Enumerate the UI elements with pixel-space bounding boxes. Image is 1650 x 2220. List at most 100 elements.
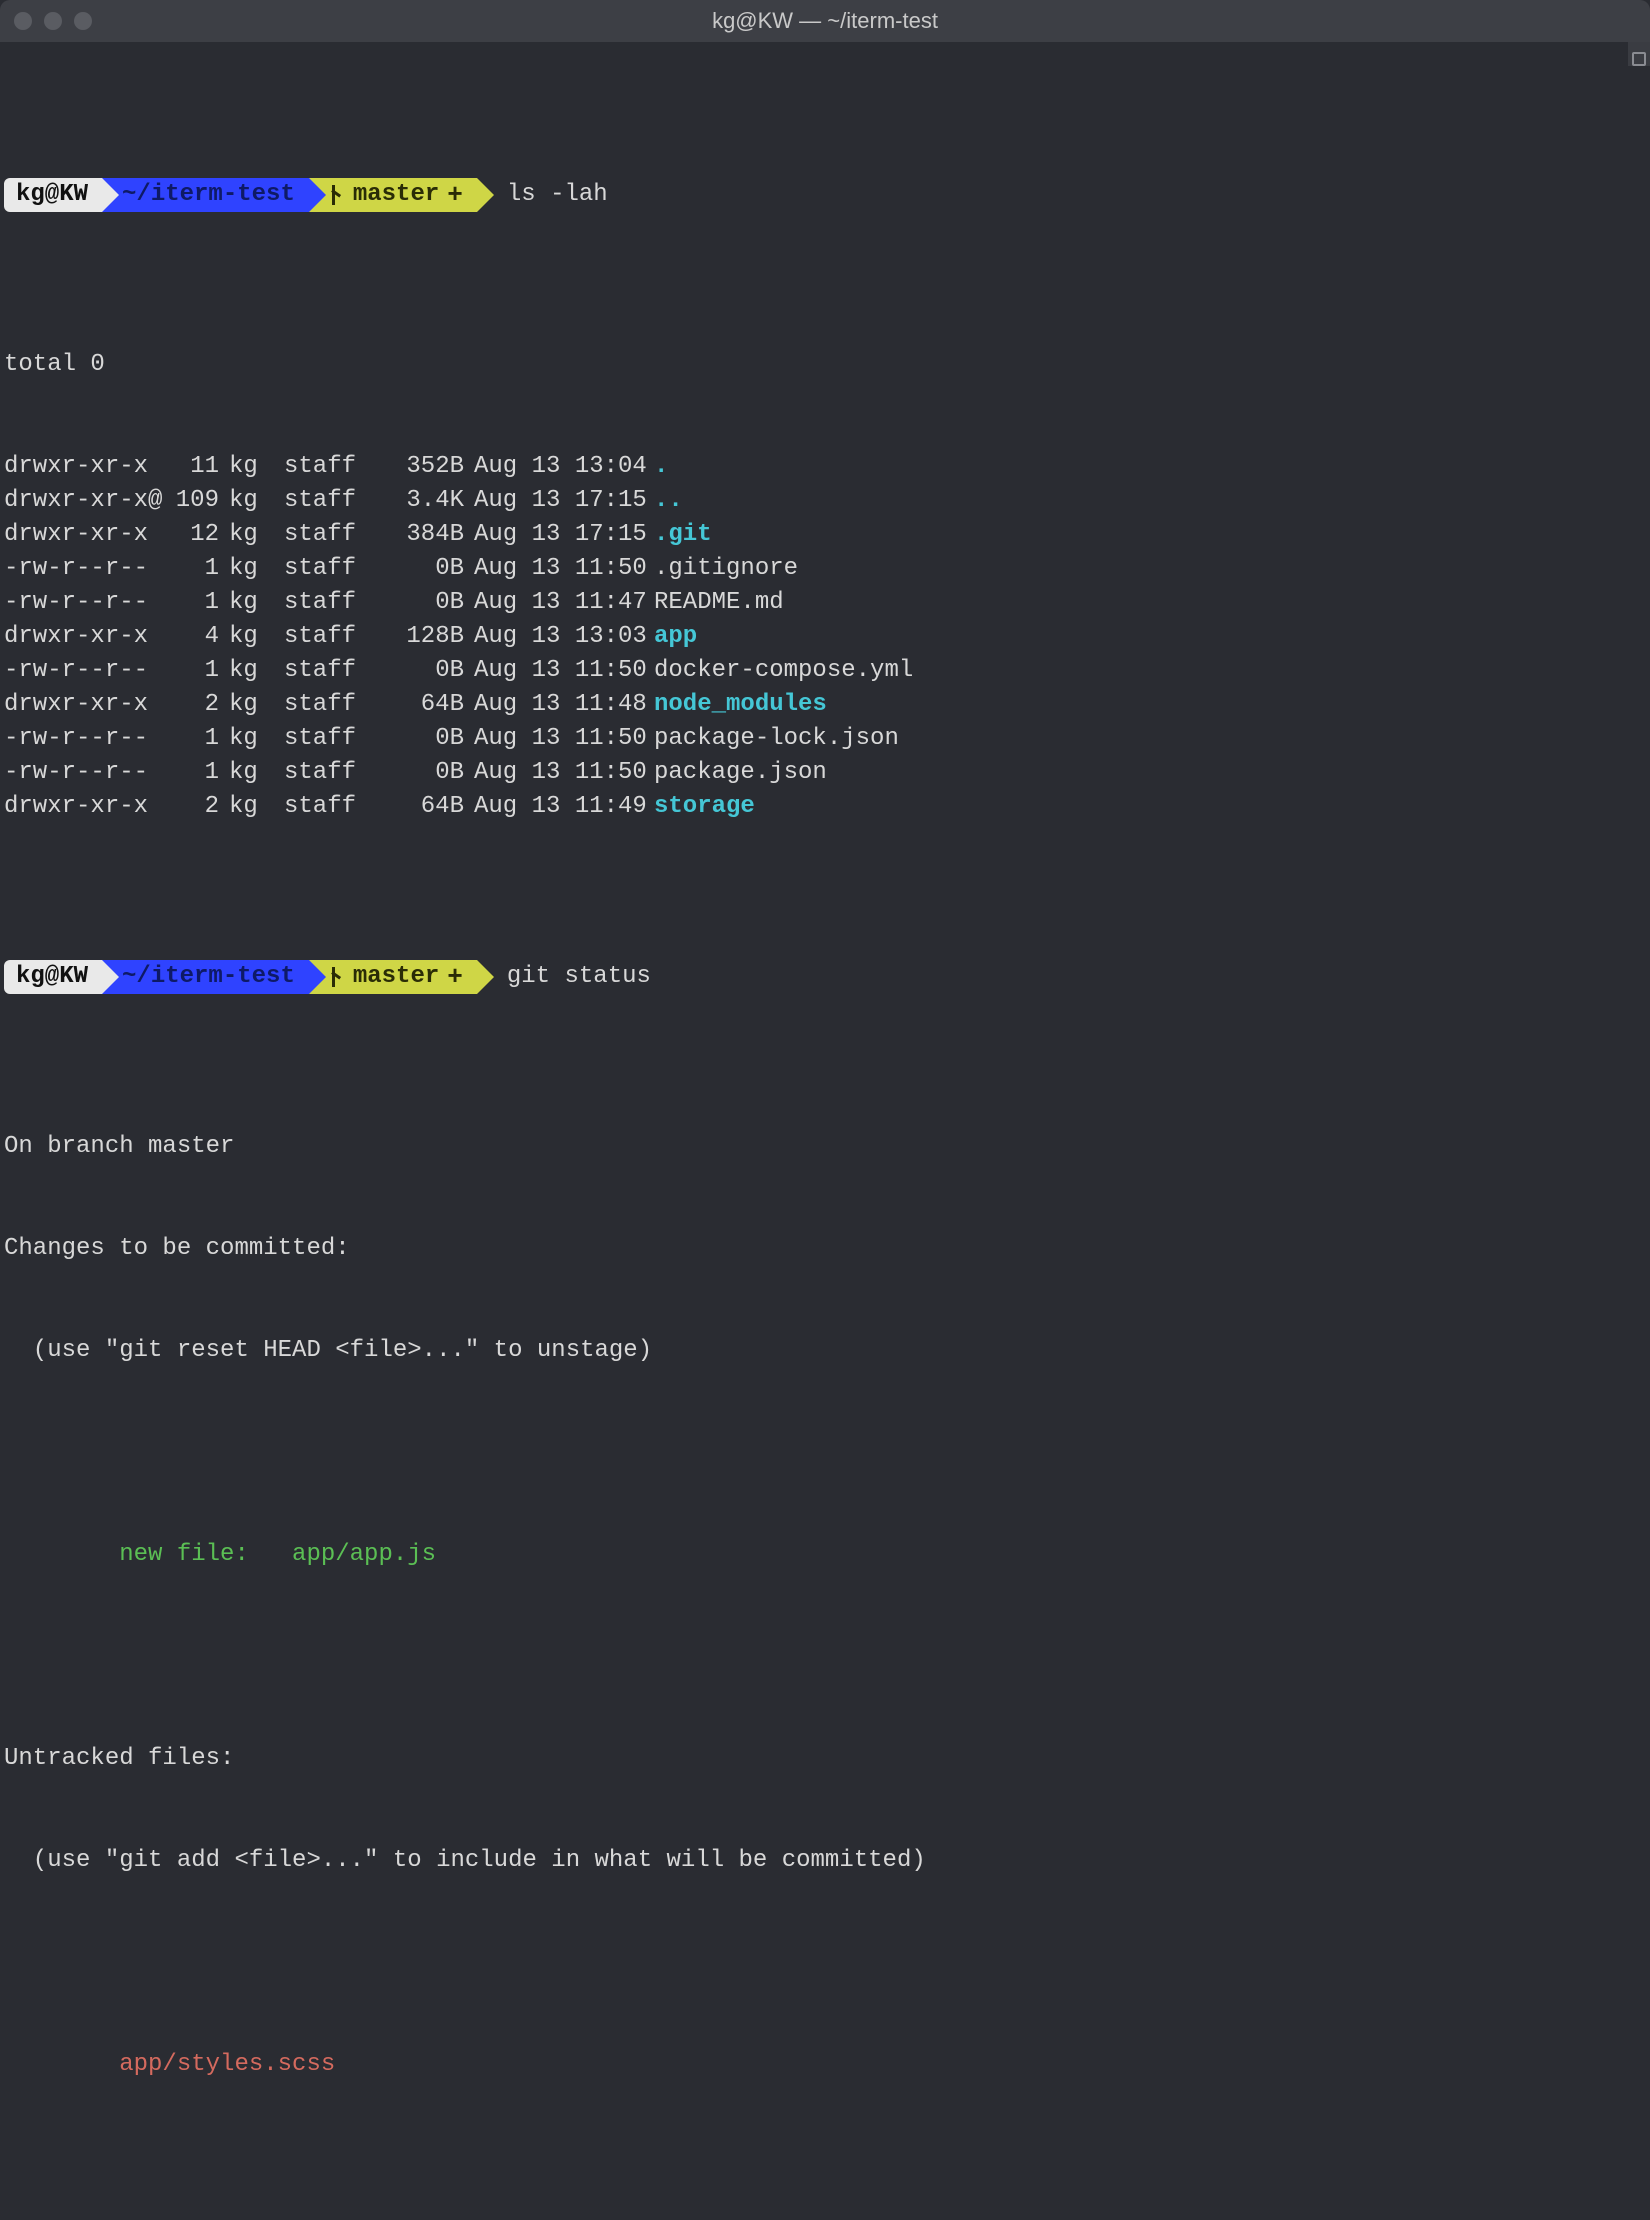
ls-cell: -rw-r--r-- (4, 722, 174, 756)
git-branch-icon (329, 967, 345, 987)
ls-cell: 2 (174, 790, 229, 824)
prompt-branch: master (353, 178, 439, 212)
ls-cell: staff (284, 756, 384, 790)
ls-cell: 1 (174, 756, 229, 790)
ls-cell: drwxr-xr-x (4, 620, 174, 654)
prompt-host: kg@KW (16, 960, 88, 994)
ls-filename: README.md (654, 586, 784, 620)
ls-cell: drwxr-xr-x (4, 790, 174, 824)
ls-cell: Aug 13 11:50 (474, 552, 654, 586)
ls-cell: kg (229, 654, 284, 688)
ls-cell: drwxr-xr-x@ (4, 484, 174, 518)
ls-cell: 4 (174, 620, 229, 654)
ls-cell: 2 (174, 688, 229, 722)
ls-cell: staff (284, 790, 384, 824)
ls-cell: 352B (384, 450, 474, 484)
prompt-line: kg@KW ~/iterm-test master + git status (4, 960, 1644, 994)
ls-cell: kg (229, 790, 284, 824)
terminal-viewport[interactable]: kg@KW ~/iterm-test master + ls -lah tota… (0, 42, 1650, 2220)
ls-filename: .. (654, 484, 683, 518)
ls-cell: 1 (174, 552, 229, 586)
ls-cell: staff (284, 654, 384, 688)
git-line: Changes to be committed: (4, 1232, 1644, 1266)
ls-cell: kg (229, 586, 284, 620)
ls-cell: 0B (384, 756, 474, 790)
ls-cell: Aug 13 11:49 (474, 790, 654, 824)
ls-cell: 3.4K (384, 484, 474, 518)
ls-cell: kg (229, 450, 284, 484)
ls-row: -rw-r--r-- 1kgstaff0BAug 13 11:47README.… (4, 586, 1644, 620)
ls-row: -rw-r--r-- 1kgstaff0BAug 13 11:50package… (4, 756, 1644, 790)
ls-cell: staff (284, 552, 384, 586)
ls-cell: 0B (384, 586, 474, 620)
ls-row: drwxr-xr-x 2kgstaff64BAug 13 11:48node_m… (4, 688, 1644, 722)
prompt-path-segment: ~/iterm-test (102, 178, 309, 212)
ls-filename: docker-compose.yml (654, 654, 913, 688)
ls-row: drwxr-xr-x 12kgstaff384BAug 13 17:15.git (4, 518, 1644, 552)
ls-row: -rw-r--r-- 1kgstaff0BAug 13 11:50.gitign… (4, 552, 1644, 586)
ls-cell: staff (284, 450, 384, 484)
git-line: Untracked files: (4, 1742, 1644, 1776)
ls-cell: Aug 13 13:03 (474, 620, 654, 654)
git-blank (4, 2150, 1644, 2184)
command-text: git status (477, 960, 651, 994)
ls-cell: Aug 13 13:04 (474, 450, 654, 484)
traffic-lights (14, 12, 92, 30)
git-untracked-file: app/styles.scss (4, 2048, 1644, 2082)
ls-row: drwxr-xr-x 2kgstaff64BAug 13 11:49storag… (4, 790, 1644, 824)
prompt-git-segment: master + (309, 960, 477, 994)
ls-cell: Aug 13 11:50 (474, 654, 654, 688)
ls-row: drwxr-xr-x 4kgstaff128BAug 13 13:03app (4, 620, 1644, 654)
git-dirty-icon: + (447, 967, 463, 987)
ls-cell: Aug 13 11:50 (474, 722, 654, 756)
ls-filename: package-lock.json (654, 722, 899, 756)
prompt-path: ~/iterm-test (122, 178, 295, 212)
ls-cell: staff (284, 722, 384, 756)
ls-cell: staff (284, 484, 384, 518)
pane-indicator-icon (1632, 52, 1646, 66)
ls-cell: Aug 13 17:15 (474, 484, 654, 518)
git-line: On branch master (4, 1130, 1644, 1164)
close-window-button[interactable] (14, 12, 32, 30)
ls-cell: -rw-r--r-- (4, 586, 174, 620)
ls-cell: -rw-r--r-- (4, 756, 174, 790)
ls-row: -rw-r--r-- 1kgstaff0BAug 13 11:50docker-… (4, 654, 1644, 688)
ls-cell: 1 (174, 586, 229, 620)
ls-cell: 1 (174, 654, 229, 688)
ls-cell: -rw-r--r-- (4, 552, 174, 586)
ls-cell: staff (284, 518, 384, 552)
ls-filename: package.json (654, 756, 827, 790)
ls-cell: -rw-r--r-- (4, 654, 174, 688)
ls-cell: kg (229, 518, 284, 552)
ls-row: drwxr-xr-x@109kgstaff3.4KAug 13 17:15.. (4, 484, 1644, 518)
ls-cell: 109 (174, 484, 229, 518)
ls-cell: 11 (174, 450, 229, 484)
ls-cell: 64B (384, 688, 474, 722)
ls-filename: node_modules (654, 688, 827, 722)
ls-cell: kg (229, 620, 284, 654)
ls-cell: kg (229, 552, 284, 586)
ls-cell: Aug 13 17:15 (474, 518, 654, 552)
ls-cell: kg (229, 484, 284, 518)
ls-cell: Aug 13 11:48 (474, 688, 654, 722)
ls-cell: Aug 13 11:47 (474, 586, 654, 620)
ls-output: drwxr-xr-x 11kgstaff352BAug 13 13:04.drw… (4, 450, 1644, 824)
ls-cell: kg (229, 688, 284, 722)
pane-gutter (1628, 42, 1650, 66)
ls-cell: staff (284, 688, 384, 722)
ls-filename: storage (654, 790, 755, 824)
ls-filename: .git (654, 518, 712, 552)
ls-cell: 0B (384, 654, 474, 688)
window-title: kg@KW — ~/iterm-test (0, 8, 1650, 34)
zoom-window-button[interactable] (74, 12, 92, 30)
prompt-git-segment: master + (309, 178, 477, 212)
ls-cell: kg (229, 722, 284, 756)
prompt-host-segment: kg@KW (4, 960, 102, 994)
ls-cell: 64B (384, 790, 474, 824)
ls-row: -rw-r--r-- 1kgstaff0BAug 13 11:50package… (4, 722, 1644, 756)
prompt-line: kg@KW ~/iterm-test master + ls -lah (4, 178, 1644, 212)
ls-filename: app (654, 620, 697, 654)
ls-row: drwxr-xr-x 11kgstaff352BAug 13 13:04. (4, 450, 1644, 484)
git-blank (4, 1946, 1644, 1980)
minimize-window-button[interactable] (44, 12, 62, 30)
